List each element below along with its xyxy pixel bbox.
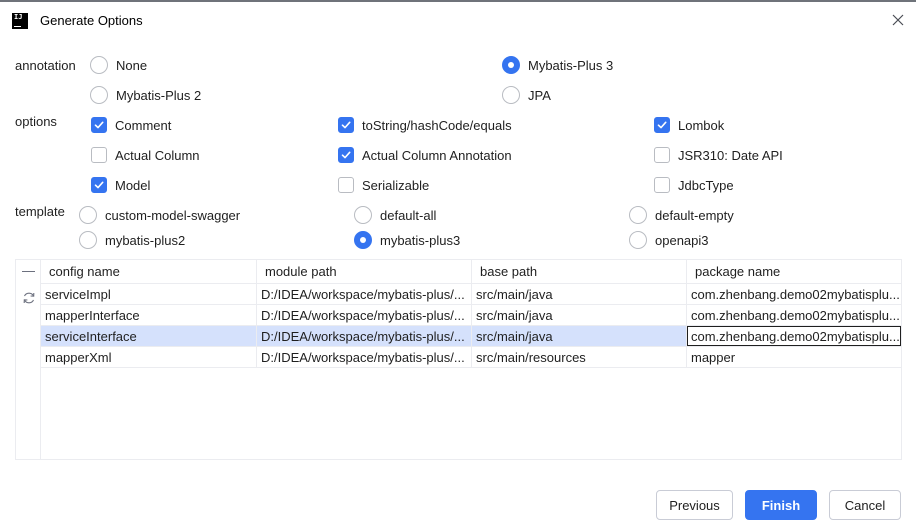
table-row[interactable]: mapperXml D:/IDEA/workspace/mybatis-plus… (41, 347, 901, 368)
table-cell[interactable]: D:/IDEA/workspace/mybatis-plus/... (257, 326, 472, 346)
template-radio-mybatis-plus3[interactable]: mybatis-plus3 (354, 230, 460, 250)
checkbox[interactable] (654, 147, 670, 163)
radio-indicator[interactable] (90, 56, 108, 74)
table-cell[interactable]: D:/IDEA/workspace/mybatis-plus/... (257, 347, 472, 367)
radio-indicator[interactable] (502, 56, 520, 74)
table-header: config name module path base path packag… (41, 260, 901, 284)
refresh-icon[interactable] (21, 290, 37, 306)
checkbox[interactable] (338, 147, 354, 163)
table-cell[interactable]: com.zhenbang.demo02mybatisplu... (687, 284, 901, 304)
table-cell-editing[interactable]: com.zhenbang.demo02mybatisplu... (687, 326, 901, 346)
option-jsr310-date-api[interactable]: JSR310: Date API (654, 145, 783, 165)
template-radio-custom-model-swagger[interactable]: custom-model-swagger (79, 205, 240, 225)
checkbox[interactable] (654, 117, 670, 133)
checkbox[interactable] (338, 117, 354, 133)
table-cell[interactable]: D:/IDEA/workspace/mybatis-plus/... (257, 305, 472, 325)
title-bar: IJ Generate Options (0, 2, 916, 38)
annotation-radio-none[interactable]: None (90, 55, 147, 75)
table-cell[interactable]: src/main/resources (472, 347, 687, 367)
table-toolbar (16, 260, 41, 459)
option-serializable[interactable]: Serializable (338, 175, 429, 195)
column-header[interactable]: base path (472, 260, 687, 283)
option-tostring-hashcode-equals[interactable]: toString/hashCode/equals (338, 115, 512, 135)
minus-icon[interactable] (22, 262, 36, 282)
table-cell[interactable]: mapper (687, 347, 901, 367)
radio-indicator[interactable] (354, 231, 372, 249)
table-row[interactable]: serviceInterface D:/IDEA/workspace/mybat… (41, 326, 901, 347)
column-header[interactable]: package name (687, 260, 901, 283)
checkmark-icon (341, 151, 351, 159)
radio-indicator[interactable] (90, 86, 108, 104)
template-label: template (15, 204, 65, 219)
table-cell[interactable]: serviceInterface (41, 326, 257, 346)
template-radio-openapi3[interactable]: openapi3 (629, 230, 709, 250)
template-radio-default-empty[interactable]: default-empty (629, 205, 734, 225)
cancel-button[interactable]: Cancel (829, 490, 901, 520)
table-row[interactable]: mapperInterface D:/IDEA/workspace/mybati… (41, 305, 901, 326)
annotation-label: annotation (15, 58, 76, 73)
checkmark-icon (657, 121, 667, 129)
option-actual-column[interactable]: Actual Column (91, 145, 200, 165)
checkbox[interactable] (91, 177, 107, 193)
close-icon[interactable] (890, 12, 906, 28)
option-lombok[interactable]: Lombok (654, 115, 724, 135)
config-table: config name module path base path packag… (15, 259, 902, 460)
table-cell[interactable]: com.zhenbang.demo02mybatisplu... (687, 305, 901, 325)
option-comment[interactable]: Comment (91, 115, 171, 135)
template-radio-default-all[interactable]: default-all (354, 205, 436, 225)
checkbox[interactable] (654, 177, 670, 193)
checkbox[interactable] (338, 177, 354, 193)
annotation-radio-mybatis-plus-3[interactable]: Mybatis-Plus 3 (502, 55, 613, 75)
radio-indicator[interactable] (629, 206, 647, 224)
annotation-radio-jpa[interactable]: JPA (502, 85, 551, 105)
checkmark-icon (94, 121, 104, 129)
checkmark-icon (94, 181, 104, 189)
radio-indicator[interactable] (629, 231, 647, 249)
checkmark-icon (341, 121, 351, 129)
column-header[interactable]: config name (41, 260, 257, 283)
radio-indicator[interactable] (354, 206, 372, 224)
table-row[interactable]: serviceImpl D:/IDEA/workspace/mybatis-pl… (41, 284, 901, 305)
table-cell[interactable]: mapperInterface (41, 305, 257, 325)
intellij-app-icon: IJ (12, 13, 28, 29)
table-cell[interactable]: mapperXml (41, 347, 257, 367)
table-cell[interactable]: src/main/java (472, 326, 687, 346)
checkbox[interactable] (91, 117, 107, 133)
column-header[interactable]: module path (257, 260, 472, 283)
previous-button[interactable]: Previous (656, 490, 733, 520)
table-cell[interactable]: D:/IDEA/workspace/mybatis-plus/... (257, 284, 472, 304)
table-cell[interactable]: src/main/java (472, 284, 687, 304)
table-grid: config name module path base path packag… (41, 260, 901, 368)
template-radio-mybatis-plus2[interactable]: mybatis-plus2 (79, 230, 185, 250)
option-actual-column-annotation[interactable]: Actual Column Annotation (338, 145, 512, 165)
finish-button[interactable]: Finish (745, 490, 817, 520)
radio-indicator[interactable] (79, 206, 97, 224)
dialog-title: Generate Options (40, 13, 143, 28)
radio-indicator[interactable] (79, 231, 97, 249)
option-model[interactable]: Model (91, 175, 150, 195)
radio-indicator[interactable] (502, 86, 520, 104)
table-cell[interactable]: serviceImpl (41, 284, 257, 304)
option-jdbctype[interactable]: JdbcType (654, 175, 734, 195)
table-cell[interactable]: src/main/java (472, 305, 687, 325)
options-label: options (15, 114, 57, 129)
annotation-radio-mybatis-plus-2[interactable]: Mybatis-Plus 2 (90, 85, 201, 105)
checkbox[interactable] (91, 147, 107, 163)
